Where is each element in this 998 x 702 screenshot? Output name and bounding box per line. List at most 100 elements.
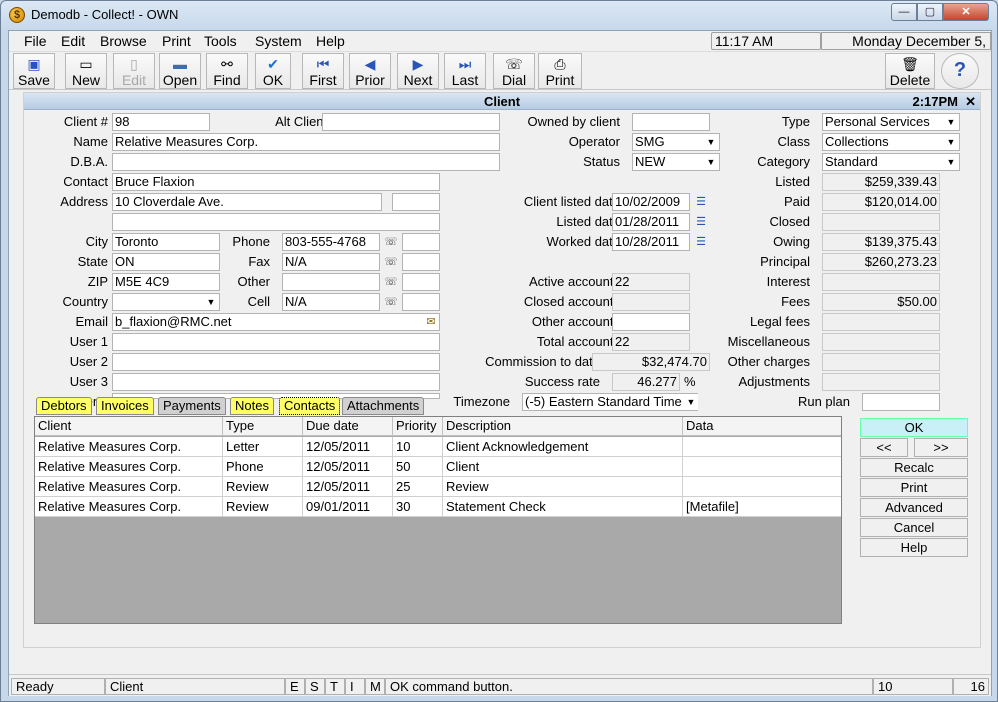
dial-phone-icon[interactable]: ☏	[384, 235, 398, 249]
next-record-button[interactable]: >>	[914, 438, 968, 457]
find-button[interactable]: ⚯ Find	[206, 53, 248, 89]
cell-description[interactable]: Client Acknowledgement	[443, 437, 683, 457]
previous-record-button[interactable]: <<	[860, 438, 908, 457]
maximize-button[interactable]: ▢	[917, 3, 943, 21]
cell-due-date[interactable]: 09/01/2011	[303, 497, 393, 517]
zip-field[interactable]: M5E 4C9	[112, 273, 220, 291]
ok-button[interactable]: ✔ OK	[255, 53, 291, 89]
cell-ext-field[interactable]	[402, 293, 440, 311]
cell-client[interactable]: Relative Measures Corp.	[35, 497, 223, 517]
cancel-button[interactable]: Cancel	[860, 518, 968, 537]
cell-priority[interactable]: 50	[393, 457, 443, 477]
tab-debtors[interactable]: Debtors	[36, 397, 92, 415]
phone-field[interactable]: 803-555-4768	[282, 233, 380, 251]
table-row[interactable]: Relative Measures Corp. Phone 12/05/2011 50…	[35, 457, 841, 477]
table-row[interactable]: Relative Measures Corp. Review 09/01/2011 3…	[35, 497, 841, 517]
last-button[interactable]: ⏭ Last	[444, 53, 486, 89]
cell-client[interactable]: Relative Measures Corp.	[35, 477, 223, 497]
user2-field[interactable]	[112, 353, 440, 371]
delete-button[interactable]: 🗑 Delete	[885, 53, 935, 89]
send-email-icon[interactable]: ✉	[424, 315, 438, 329]
cell-type[interactable]: Phone	[223, 457, 303, 477]
cell-data[interactable]: [Metafile]	[683, 497, 841, 517]
chevron-down-icon[interactable]: ▼	[704, 134, 718, 150]
other-accounts-field[interactable]	[612, 313, 690, 331]
cell-description[interactable]: Review	[443, 477, 683, 497]
fax-ext-field[interactable]	[402, 253, 440, 271]
next-button[interactable]: ▶ Next	[397, 53, 439, 89]
client-number-field[interactable]: 98	[112, 113, 210, 131]
cell-priority[interactable]: 10	[393, 437, 443, 457]
chevron-down-icon[interactable]: ▼	[944, 154, 958, 170]
cell-description[interactable]: Statement Check	[443, 497, 683, 517]
cell-due-date[interactable]: 12/05/2011	[303, 437, 393, 457]
client-listed-date-field[interactable]: 10/02/2009	[612, 193, 690, 211]
tab-payments[interactable]: Payments	[158, 397, 226, 415]
cell-type[interactable]: Review	[223, 477, 303, 497]
chevron-down-icon[interactable]: ▼	[944, 114, 958, 130]
chevron-down-icon[interactable]: ▼	[684, 394, 698, 410]
worked-date-field[interactable]: 10/28/2011	[612, 233, 690, 251]
recalc-button[interactable]: Recalc	[860, 458, 968, 477]
dial-other-icon[interactable]: ☏	[384, 275, 398, 289]
calendar-icon[interactable]: ☰	[694, 215, 708, 229]
save-button[interactable]: ▣ Save	[13, 53, 55, 89]
menu-help[interactable]: Help	[316, 33, 345, 49]
menu-system[interactable]: System	[255, 33, 302, 49]
ok-dialog-button[interactable]: OK	[860, 418, 968, 437]
cell-field[interactable]: N/A	[282, 293, 380, 311]
column-header-data[interactable]: Data	[683, 417, 841, 436]
email-field[interactable]: b_flaxion@RMC.net	[112, 313, 440, 331]
user1-field[interactable]	[112, 333, 440, 351]
first-button[interactable]: ⏮ First	[302, 53, 344, 89]
column-header-type[interactable]: Type	[223, 417, 303, 436]
cell-client[interactable]: Relative Measures Corp.	[35, 437, 223, 457]
column-header-due-date[interactable]: Due date	[303, 417, 393, 436]
owned-by-field[interactable]	[632, 113, 710, 131]
phone-ext-field[interactable]	[402, 233, 440, 251]
column-header-client[interactable]: Client	[35, 417, 223, 436]
city-field[interactable]: Toronto	[112, 233, 220, 251]
tab-contacts[interactable]: Contacts	[279, 397, 341, 415]
class-select[interactable]: Collections	[822, 133, 960, 151]
column-header-priority[interactable]: Priority	[393, 417, 443, 436]
tab-invoices[interactable]: Invoices	[96, 397, 154, 415]
name-field[interactable]: Relative Measures Corp.	[112, 133, 500, 151]
type-select[interactable]: Personal Services	[822, 113, 960, 131]
chevron-down-icon[interactable]: ▼	[704, 154, 718, 170]
cell-data[interactable]	[683, 477, 841, 497]
new-button[interactable]: ▭ New	[65, 53, 107, 89]
menu-edit[interactable]: Edit	[61, 33, 85, 49]
calendar-icon[interactable]: ☰	[694, 195, 708, 209]
cell-client[interactable]: Relative Measures Corp.	[35, 457, 223, 477]
menu-browse[interactable]: Browse	[100, 33, 147, 49]
table-row[interactable]: Relative Measures Corp. Review 12/05/2011 2…	[35, 477, 841, 497]
help-dialog-button[interactable]: Help	[860, 538, 968, 557]
cell-priority[interactable]: 25	[393, 477, 443, 497]
state-field[interactable]: ON	[112, 253, 220, 271]
calendar-icon[interactable]: ☰	[694, 235, 708, 249]
prior-button[interactable]: ◀ Prior	[349, 53, 391, 89]
tab-notes[interactable]: Notes	[230, 397, 274, 415]
close-window-button[interactable]: ✕	[943, 3, 989, 21]
dial-cell-icon[interactable]: ☏	[384, 295, 398, 309]
print-button[interactable]: ⎙ Print	[538, 53, 582, 89]
chevron-down-icon[interactable]: ▼	[944, 134, 958, 150]
help-button[interactable]: ?	[941, 53, 979, 89]
table-row[interactable]: Relative Measures Corp. Letter 12/05/2011 1…	[35, 437, 841, 457]
cell-due-date[interactable]: 12/05/2011	[303, 457, 393, 477]
title-bar[interactable]: $ Demodb - Collect! - OWN — ▢ ✕	[1, 1, 997, 29]
edit-button[interactable]: ▯ Edit	[113, 53, 155, 89]
dba-field[interactable]	[112, 153, 500, 171]
contacts-grid[interactable]: Client Type Due date Priority Descriptio…	[34, 416, 842, 624]
open-button[interactable]: ▬ Open	[159, 53, 201, 89]
address-line2-field[interactable]	[112, 213, 440, 231]
category-select[interactable]: Standard	[822, 153, 960, 171]
cell-due-date[interactable]: 12/05/2011	[303, 477, 393, 497]
column-header-description[interactable]: Description	[443, 417, 683, 436]
cell-description[interactable]: Client	[443, 457, 683, 477]
user3-field[interactable]	[112, 373, 440, 391]
other-ext-field[interactable]	[402, 273, 440, 291]
cell-data[interactable]	[683, 437, 841, 457]
run-plan-field[interactable]	[862, 393, 940, 411]
